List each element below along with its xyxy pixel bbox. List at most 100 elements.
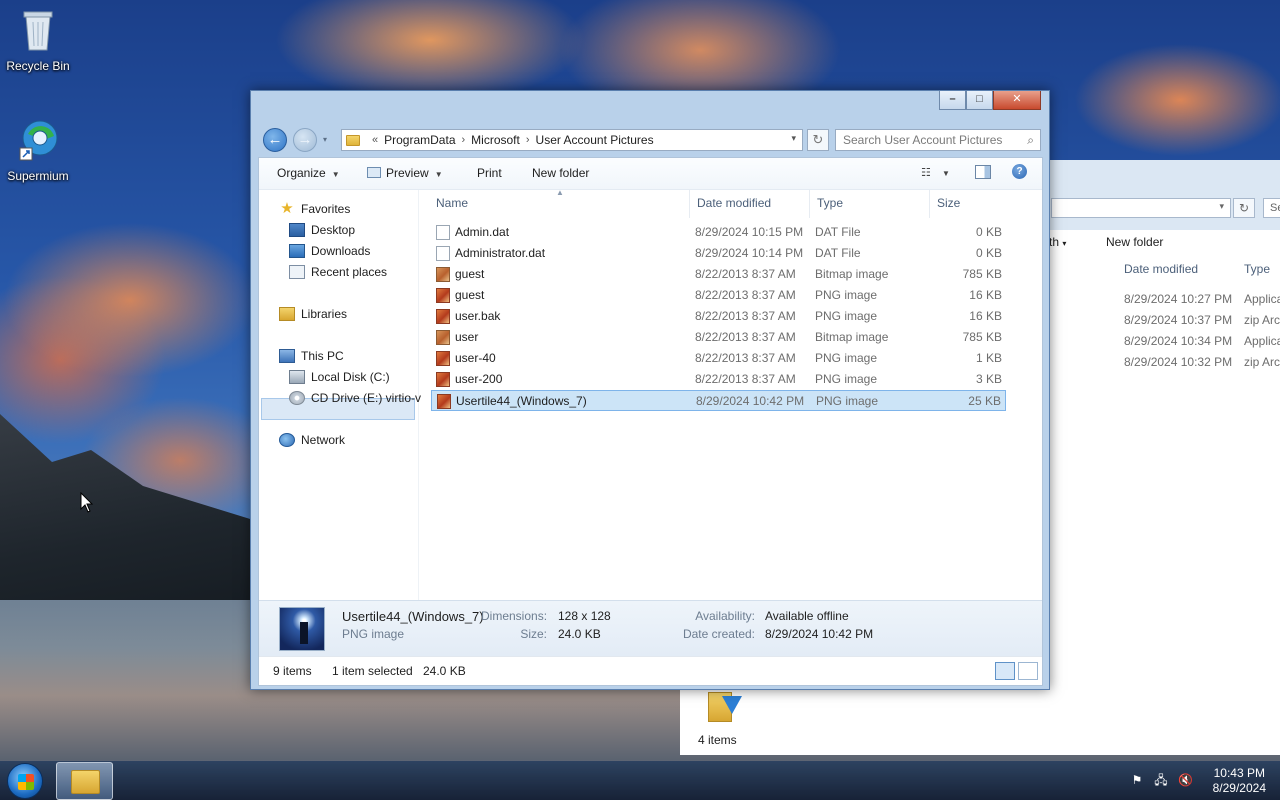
- background-header-date[interactable]: Date modified: [1124, 262, 1198, 276]
- organize-button[interactable]: Organize ▼: [277, 166, 340, 180]
- start-button[interactable]: [7, 763, 43, 799]
- column-divider[interactable]: [809, 190, 810, 218]
- search-icon[interactable]: ⌕: [1027, 130, 1034, 150]
- refresh-button[interactable]: ↻: [807, 129, 829, 151]
- background-header-type[interactable]: Type: [1244, 262, 1270, 276]
- nav-favorites[interactable]: ★ Favorites: [279, 201, 350, 216]
- file-row[interactable]: Admin.dat 8/29/2024 10:15 PM DAT File 0 KB: [431, 222, 1006, 243]
- large-icons-view-button[interactable]: [1018, 662, 1038, 680]
- nav-cd-drive[interactable]: CD Drive (E:) virtio-v: [289, 391, 421, 405]
- png-image-icon: [437, 394, 451, 409]
- recent-locations-dropdown[interactable]: ▾: [323, 135, 327, 144]
- breadcrumb-separator[interactable]: ›: [526, 134, 530, 146]
- details-pane: Usertile44_(Windows_7) PNG image Dimensi…: [259, 600, 1042, 656]
- new-folder-button[interactable]: New folder: [532, 166, 589, 180]
- back-button[interactable]: ←: [263, 128, 287, 152]
- file-row[interactable]: Administrator.dat 8/29/2024 10:14 PM DAT F…: [431, 243, 1006, 264]
- breadcrumb-programdata[interactable]: ProgramData: [384, 133, 455, 147]
- details-availability-label: Availability:: [695, 609, 755, 623]
- status-selected: 1 item selected: [332, 664, 413, 678]
- file-row[interactable]: user-40 8/22/2013 8:37 AM PNG image 1 KB: [431, 348, 1006, 369]
- breadcrumb-separator[interactable]: ›: [462, 134, 466, 146]
- background-address-bar[interactable]: ▾: [1051, 198, 1231, 218]
- file-row[interactable]: guest 8/22/2013 8:37 AM PNG image 16 KB: [431, 285, 1006, 306]
- column-header-name[interactable]: Name: [436, 196, 468, 210]
- file-date-modified: 8/29/2024 10:42 PM: [696, 394, 805, 408]
- file-type: PNG image: [815, 288, 878, 302]
- file-date-modified: 8/22/2013 8:37 AM: [695, 309, 796, 323]
- chevron-down-icon: ▾: [1219, 201, 1224, 211]
- cd-drive-icon: [289, 391, 305, 405]
- chevron-down-icon[interactable]: ▾: [791, 133, 796, 144]
- column-divider[interactable]: [929, 190, 930, 218]
- background-row-type: zip Arc: [1244, 355, 1280, 369]
- nav-recent-places[interactable]: Recent places: [289, 265, 387, 279]
- desktop-icon-recycle-bin[interactable]: Recycle Bin: [0, 8, 76, 73]
- print-button[interactable]: Print: [477, 166, 502, 180]
- minimize-button[interactable]: –: [939, 91, 966, 110]
- explorer-window[interactable]: – □ ✕ ← → ▾ « ProgramData › Microsoft › …: [250, 90, 1050, 690]
- change-view-button[interactable]: ☷ ▼: [921, 166, 950, 179]
- taskbar-clock[interactable]: 10:43 PM 8/29/2024: [1213, 766, 1266, 796]
- file-row[interactable]: user 8/22/2013 8:37 AM Bitmap image 785 KB: [431, 327, 1006, 348]
- downloads-icon: [289, 244, 305, 258]
- file-name: Usertile44_(Windows_7): [456, 394, 587, 408]
- details-created-label: Date created:: [682, 627, 755, 641]
- folder-icon: [346, 134, 360, 146]
- close-button[interactable]: ✕: [993, 91, 1041, 110]
- nav-libraries[interactable]: Libraries: [279, 307, 347, 321]
- search-input[interactable]: Search User Account Pictures ⌕: [835, 129, 1041, 151]
- column-header-size[interactable]: Size: [937, 196, 960, 210]
- lighthouse-thumbnail-icon: [300, 622, 308, 644]
- png-image-icon: [436, 309, 450, 324]
- wallpaper-mountain: [0, 414, 260, 630]
- arrow-left-icon: ←: [267, 131, 283, 148]
- chevron-down-icon: ▼: [941, 169, 950, 178]
- background-toolbar-partial[interactable]: th ▾: [1049, 235, 1066, 249]
- bitmap-image-icon: [436, 267, 450, 282]
- status-bar: 9 items 1 item selected 24.0 KB: [259, 656, 1042, 685]
- file-date-modified: 8/22/2013 8:37 AM: [695, 372, 796, 386]
- breadcrumb-user-account-pictures[interactable]: User Account Pictures: [536, 133, 654, 147]
- background-new-folder-button[interactable]: New folder: [1106, 235, 1163, 249]
- background-refresh-button[interactable]: ↻: [1233, 198, 1255, 218]
- file-name: user.bak: [455, 309, 501, 323]
- forward-button[interactable]: →: [293, 128, 317, 152]
- file-size: 785 KB: [962, 330, 1002, 344]
- details-view-button[interactable]: [995, 662, 1015, 680]
- address-bar[interactable]: « ProgramData › Microsoft › User Account…: [341, 129, 803, 151]
- address-overflow[interactable]: «: [372, 134, 378, 146]
- column-divider[interactable]: [689, 190, 690, 218]
- file-size: 25 KB: [968, 394, 1001, 408]
- file-row[interactable]: Usertile44_(Windows_7) 8/29/2024 10:42 PM…: [431, 390, 1006, 411]
- file-explorer-icon: [71, 770, 100, 794]
- window-controls: – □ ✕: [939, 91, 1041, 110]
- preview-pane-button[interactable]: [975, 165, 991, 179]
- file-type: Bitmap image: [815, 330, 889, 344]
- nav-this-pc[interactable]: This PC: [279, 349, 344, 363]
- nav-network[interactable]: Network: [279, 433, 345, 447]
- file-row[interactable]: guest 8/22/2013 8:37 AM Bitmap image 785 KB: [431, 264, 1006, 285]
- maximize-button[interactable]: □: [966, 91, 993, 110]
- network-tray-icon[interactable]: 🖧: [1154, 773, 1168, 787]
- column-header-type[interactable]: Type: [817, 196, 843, 210]
- nav-local-disk[interactable]: Local Disk (C:): [289, 370, 390, 384]
- preview-button[interactable]: Preview ▼: [367, 166, 443, 180]
- taskbar-file-explorer[interactable]: [56, 762, 113, 800]
- computer-icon: [279, 349, 295, 363]
- nav-desktop[interactable]: Desktop: [289, 223, 355, 237]
- navigation-bar: ← → ▾ « ProgramData › Microsoft › User A…: [251, 125, 1049, 155]
- file-date-modified: 8/29/2024 10:15 PM: [695, 225, 804, 239]
- column-header-date-modified[interactable]: Date modified: [697, 196, 771, 210]
- command-bar: Organize ▼ Preview ▼ Print New folder ☷ ▼ …: [259, 158, 1042, 190]
- desktop-icon-supermium[interactable]: Supermium: [0, 118, 76, 183]
- file-row[interactable]: user.bak 8/22/2013 8:37 AM PNG image 16 KB: [431, 306, 1006, 327]
- volume-muted-icon[interactable]: 🔇: [1178, 773, 1193, 787]
- nav-downloads[interactable]: Downloads: [289, 244, 370, 258]
- breadcrumb-microsoft[interactable]: Microsoft: [471, 133, 520, 147]
- details-created: 8/29/2024 10:42 PM: [765, 627, 874, 641]
- file-row[interactable]: user-200 8/22/2013 8:37 AM PNG image 3 KB: [431, 369, 1006, 390]
- action-center-flag-icon[interactable]: ⚑: [1130, 773, 1144, 787]
- help-button[interactable]: ?: [1012, 164, 1027, 179]
- background-search-input[interactable]: Se: [1263, 198, 1280, 218]
